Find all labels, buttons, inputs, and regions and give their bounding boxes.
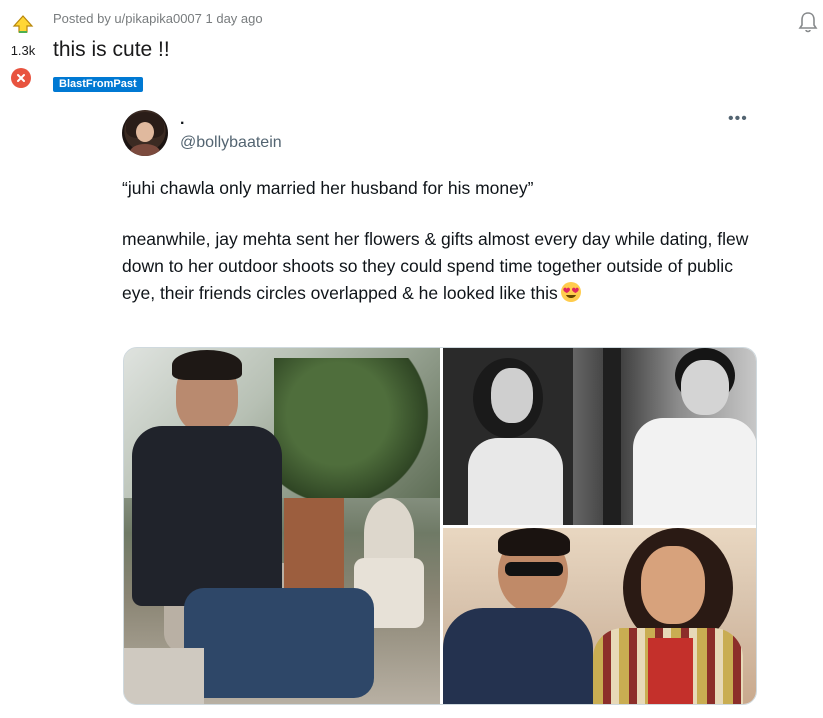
vote-score: 1.3k: [10, 43, 36, 58]
tweet-card: . @bollybaatein ••• “juhi chawla only ma…: [108, 99, 788, 718]
tweet-quote: “juhi chawla only married her husband fo…: [122, 178, 534, 198]
avatar[interactable]: [122, 110, 168, 156]
tweet-display-name[interactable]: .: [180, 111, 184, 129]
upvote-icon[interactable]: [12, 14, 34, 36]
photo-couple-black-white[interactable]: [443, 348, 756, 525]
tweet-body: meanwhile, jay mehta sent her flowers & …: [122, 226, 752, 307]
post-title[interactable]: this is cute !!: [53, 38, 170, 62]
more-options-icon[interactable]: •••: [728, 110, 748, 128]
photo-couple-color[interactable]: [443, 528, 756, 704]
photo-man-seated[interactable]: [124, 348, 440, 704]
tweet-media-grid[interactable]: [123, 347, 757, 705]
heart-eyes-emoji-icon: [560, 282, 581, 302]
post-flair[interactable]: BlastFromPast: [53, 77, 143, 92]
notification-bell-icon[interactable]: [798, 10, 818, 34]
downvote-icon[interactable]: [11, 68, 31, 88]
post-meta: Posted by u/pikapika0007 1 day ago: [53, 11, 263, 26]
tweet-body-text: meanwhile, jay mehta sent her flowers & …: [122, 229, 749, 303]
tweet-handle[interactable]: @bollybaatein: [180, 134, 282, 152]
